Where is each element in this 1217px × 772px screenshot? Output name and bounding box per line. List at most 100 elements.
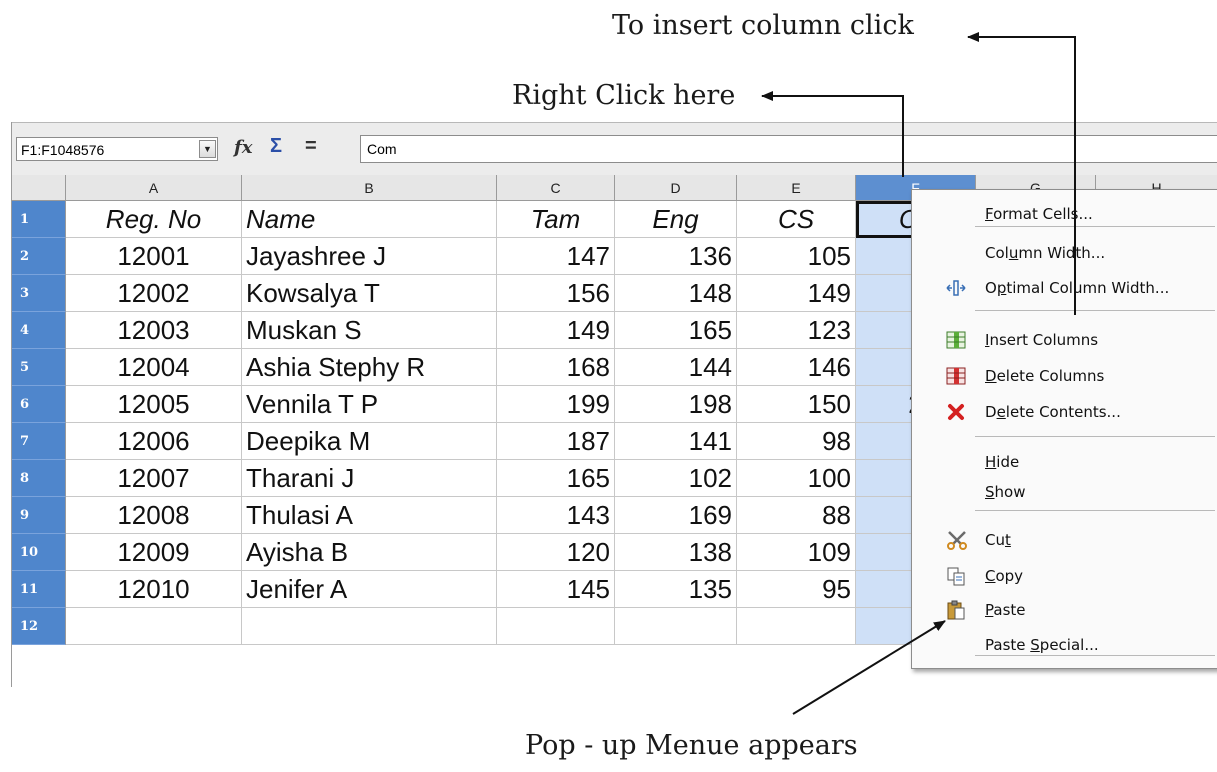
table-cell-d2[interactable]: 136 xyxy=(615,238,737,275)
table-cell-a4[interactable]: 12003 xyxy=(66,312,242,349)
menu-item-insert-columns[interactable]: Insert Columns xyxy=(912,324,1217,356)
sum-icon[interactable]: Σ xyxy=(270,135,282,158)
column-header-c[interactable]: C xyxy=(497,175,615,201)
chevron-down-icon[interactable]: ▼ xyxy=(199,140,216,158)
row-header-7[interactable]: 7 xyxy=(12,423,66,460)
table-cell-d12[interactable] xyxy=(615,608,737,645)
row-header-6[interactable]: 6 xyxy=(12,386,66,423)
table-cell-e7[interactable]: 98 xyxy=(737,423,856,460)
table-cell-b11[interactable]: Jenifer A xyxy=(242,571,497,608)
header-cell-b1[interactable]: Name xyxy=(242,201,497,238)
table-cell-b10[interactable]: Ayisha B xyxy=(242,534,497,571)
table-cell-e10[interactable]: 109 xyxy=(737,534,856,571)
table-cell-b9[interactable]: Thulasi A xyxy=(242,497,497,534)
header-cell-c1[interactable]: Tam xyxy=(497,201,615,238)
table-cell-e11[interactable]: 95 xyxy=(737,571,856,608)
table-cell-e12[interactable] xyxy=(737,608,856,645)
header-cell-a1[interactable]: Reg. No xyxy=(66,201,242,238)
table-cell-c4[interactable]: 149 xyxy=(497,312,615,349)
table-cell-b7[interactable]: Deepika M xyxy=(242,423,497,460)
table-cell-a10[interactable]: 12009 xyxy=(66,534,242,571)
menu-item-paste[interactable]: Paste xyxy=(912,594,1217,626)
table-cell-a6[interactable]: 12005 xyxy=(66,386,242,423)
formula-icon[interactable]: = xyxy=(305,135,317,158)
column-header-a[interactable]: A xyxy=(66,175,242,201)
header-cell-e1[interactable]: CS xyxy=(737,201,856,238)
row-header-1[interactable]: 1 xyxy=(12,201,66,238)
menu-item-hide[interactable]: Hide xyxy=(912,446,1217,478)
menu-item-column-width[interactable]: Column Width... xyxy=(912,237,1217,269)
table-cell-b4[interactable]: Muskan S xyxy=(242,312,497,349)
table-cell-b5[interactable]: Ashia Stephy R xyxy=(242,349,497,386)
row-header-3[interactable]: 3 xyxy=(12,275,66,312)
table-cell-c5[interactable]: 168 xyxy=(497,349,615,386)
table-cell-d8[interactable]: 102 xyxy=(615,460,737,497)
table-cell-c7[interactable]: 187 xyxy=(497,423,615,460)
table-cell-e3[interactable]: 149 xyxy=(737,275,856,312)
function-wizard-icon[interactable]: fx xyxy=(234,137,252,158)
row-header-4[interactable]: 4 xyxy=(12,312,66,349)
table-cell-d5[interactable]: 144 xyxy=(615,349,737,386)
row-header-5[interactable]: 5 xyxy=(12,349,66,386)
table-cell-c6[interactable]: 199 xyxy=(497,386,615,423)
label-text: how xyxy=(994,483,1026,501)
table-cell-a11[interactable]: 12010 xyxy=(66,571,242,608)
table-cell-a2[interactable]: 12001 xyxy=(66,238,242,275)
name-box-value: F1:F1048576 xyxy=(21,142,105,158)
table-cell-b12[interactable] xyxy=(242,608,497,645)
table-cell-d3[interactable]: 148 xyxy=(615,275,737,312)
table-cell-a8[interactable]: 12007 xyxy=(66,460,242,497)
popup-annotation: Pop - up Menue appears xyxy=(525,730,858,761)
table-cell-e2[interactable]: 105 xyxy=(737,238,856,275)
menu-item-copy[interactable]: Copy xyxy=(912,560,1217,592)
row-header-2[interactable]: 2 xyxy=(12,238,66,275)
insert-column-annotation: To insert column click xyxy=(612,10,914,41)
menu-item-optimal-column-width[interactable]: Optimal Column Width... xyxy=(912,272,1217,304)
table-cell-b2[interactable]: Jayashree J xyxy=(242,238,497,275)
menu-item-show[interactable]: Show xyxy=(912,476,1217,508)
table-cell-e5[interactable]: 146 xyxy=(737,349,856,386)
table-cell-a9[interactable]: 12008 xyxy=(66,497,242,534)
table-cell-a12[interactable] xyxy=(66,608,242,645)
column-header-d[interactable]: D xyxy=(615,175,737,201)
table-cell-a5[interactable]: 12004 xyxy=(66,349,242,386)
table-cell-c11[interactable]: 145 xyxy=(497,571,615,608)
table-cell-c2[interactable]: 147 xyxy=(497,238,615,275)
formula-input[interactable]: Com xyxy=(360,135,1217,163)
table-cell-d7[interactable]: 141 xyxy=(615,423,737,460)
table-cell-d9[interactable]: 169 xyxy=(615,497,737,534)
table-cell-d10[interactable]: 138 xyxy=(615,534,737,571)
table-cell-d11[interactable]: 135 xyxy=(615,571,737,608)
row-header-12[interactable]: 12 xyxy=(12,608,66,645)
table-cell-e9[interactable]: 88 xyxy=(737,497,856,534)
row-header-9[interactable]: 9 xyxy=(12,497,66,534)
table-cell-d6[interactable]: 198 xyxy=(615,386,737,423)
table-cell-c8[interactable]: 165 xyxy=(497,460,615,497)
table-cell-a3[interactable]: 12002 xyxy=(66,275,242,312)
table-cell-c12[interactable] xyxy=(497,608,615,645)
row-header-8[interactable]: 8 xyxy=(12,460,66,497)
menu-separator xyxy=(975,436,1215,437)
table-cell-b8[interactable]: Tharani J xyxy=(242,460,497,497)
table-cell-c3[interactable]: 156 xyxy=(497,275,615,312)
menu-item-cut[interactable]: Cut xyxy=(912,524,1217,556)
table-cell-e4[interactable]: 123 xyxy=(737,312,856,349)
menu-item-delete-columns[interactable]: Delete Columns xyxy=(912,360,1217,392)
select-all-corner[interactable] xyxy=(12,175,66,201)
table-cell-d4[interactable]: 165 xyxy=(615,312,737,349)
table-cell-e6[interactable]: 150 xyxy=(737,386,856,423)
table-cell-a7[interactable]: 12006 xyxy=(66,423,242,460)
row-header-11[interactable]: 11 xyxy=(12,571,66,608)
header-cell-d1[interactable]: Eng xyxy=(615,201,737,238)
column-header-e[interactable]: E xyxy=(737,175,856,201)
row-header-10[interactable]: 10 xyxy=(12,534,66,571)
menu-item-paste-special[interactable]: Paste Special... xyxy=(912,629,1217,661)
menu-item-delete-contents[interactable]: Delete Contents... xyxy=(912,396,1217,428)
table-cell-b3[interactable]: Kowsalya T xyxy=(242,275,497,312)
column-header-b[interactable]: B xyxy=(242,175,497,201)
table-cell-c9[interactable]: 143 xyxy=(497,497,615,534)
table-cell-e8[interactable]: 100 xyxy=(737,460,856,497)
name-box[interactable]: F1:F1048576 ▼ xyxy=(16,137,218,161)
table-cell-c10[interactable]: 120 xyxy=(497,534,615,571)
table-cell-b6[interactable]: Vennila T P xyxy=(242,386,497,423)
